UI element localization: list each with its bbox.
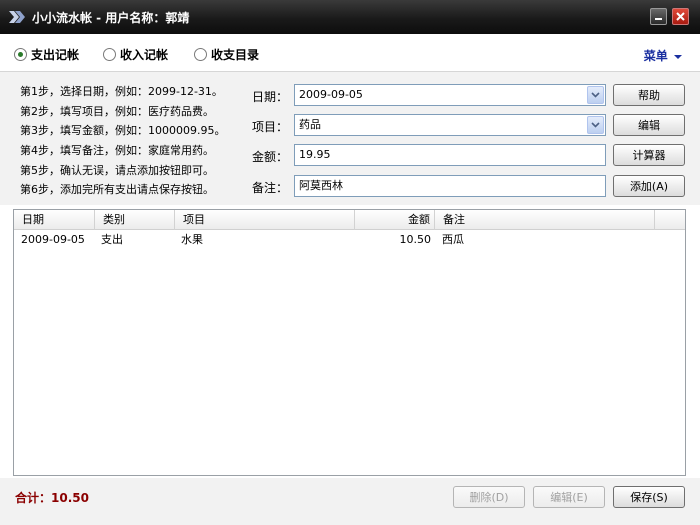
step-text: 第2步，填写项目，例如：医疗药品费。 [20, 104, 214, 118]
step-text: 第5步，确认无误，请点添加按钮即可。 [20, 163, 214, 177]
item-label: 项目： [252, 120, 289, 134]
column-header-date[interactable]: 日期 [14, 210, 95, 230]
cell-item: 水果 [181, 233, 203, 246]
chevron-down-icon [591, 122, 600, 128]
minimize-button[interactable] [650, 8, 667, 25]
dropdown-arrow-button[interactable] [587, 86, 604, 104]
note-input[interactable]: 阿莫西林 [294, 175, 606, 197]
footer: 合计：10.50 删除(D) 编辑(E) 保存(S) [0, 478, 700, 525]
minimize-icon [655, 18, 662, 20]
tab-income[interactable]: 收入记帐 [103, 46, 168, 63]
mode-tabs: 支出记帐 收入记帐 收支目录 菜单 [0, 34, 700, 72]
add-button[interactable]: 添加(A) [613, 175, 685, 197]
cell-note: 西瓜 [442, 233, 464, 246]
cell-category: 支出 [101, 233, 123, 246]
table-row[interactable]: 2009-09-05 支出 水果 10.50 西瓜 [14, 230, 685, 250]
title-bar[interactable]: 小小流水帐 - 用户名称：郭靖 [0, 0, 700, 34]
step-text: 第4步，填写备注，例如：家庭常用药。 [20, 144, 214, 158]
window-title: 小小流水帐 - 用户名称：郭靖 [32, 11, 190, 25]
double-chevron-icon [9, 11, 25, 23]
close-icon [676, 12, 685, 21]
total-amount: 合计：10.50 [15, 491, 89, 505]
tab-expense[interactable]: 支出记帐 [14, 46, 79, 63]
item-value: 药品 [299, 118, 321, 131]
note-value: 阿莫西林 [299, 179, 343, 192]
column-header-note[interactable]: 备注 [435, 210, 655, 230]
column-header-amount[interactable]: 金额 [355, 210, 435, 230]
table-header: 日期 类别 项目 金额 备注 [14, 210, 685, 230]
menu-label: 菜单 [643, 49, 668, 63]
delete-button[interactable]: 删除(D) [453, 486, 525, 508]
amount-label: 金额： [252, 150, 289, 164]
help-button[interactable]: 帮助 [613, 84, 685, 106]
step-text: 第3步，填写金额，例如：1000009.95。 [20, 124, 226, 138]
instructions: 第1步，选择日期，例如：2099-12-31。 第2步，填写项目，例如：医疗药品… [20, 82, 225, 200]
step-text: 第6步，添加完所有支出请点保存按钮。 [20, 183, 214, 197]
cell-date: 2009-09-05 [21, 233, 85, 246]
date-value: 2009-09-05 [299, 88, 363, 101]
tab-catalog[interactable]: 收支目录 [194, 46, 259, 63]
amount-input[interactable]: 19.95 [294, 144, 606, 166]
chevron-down-icon [591, 92, 600, 98]
edit-button[interactable]: 编辑(E) [533, 486, 605, 508]
menu-dropdown[interactable]: 菜单 [644, 47, 682, 64]
records-table[interactable]: 日期 类别 项目 金额 备注 2009-09-05 支出 水果 10.50 西瓜 [13, 209, 686, 476]
note-label: 备注： [252, 181, 289, 195]
radio-icon[interactable] [103, 48, 116, 61]
step-text: 第1步，选择日期，例如：2099-12-31。 [20, 85, 223, 98]
close-button[interactable] [672, 8, 689, 25]
tab-catalog-label: 收支目录 [211, 48, 260, 62]
calculator-button[interactable]: 计算器 [613, 144, 685, 166]
tab-income-label: 收入记帐 [120, 48, 169, 62]
radio-icon[interactable] [194, 48, 207, 61]
entry-form: 第1步，选择日期，例如：2099-12-31。 第2步，填写项目，例如：医疗药品… [0, 72, 700, 205]
date-select[interactable]: 2009-09-05 [294, 84, 606, 106]
column-header-item[interactable]: 项目 [175, 210, 355, 230]
cell-amount: 10.50 [399, 233, 432, 246]
save-button[interactable]: 保存(S) [613, 486, 685, 508]
item-select[interactable]: 药品 [294, 114, 606, 136]
date-label: 日期： [252, 90, 289, 104]
amount-value: 19.95 [299, 148, 331, 161]
radio-icon[interactable] [14, 48, 27, 61]
dropdown-arrow-button[interactable] [587, 116, 604, 134]
tab-expense-label: 支出记帐 [31, 48, 80, 62]
caret-down-icon [674, 55, 682, 59]
column-header-category[interactable]: 类别 [95, 210, 175, 230]
edit-items-button[interactable]: 编辑 [613, 114, 685, 136]
